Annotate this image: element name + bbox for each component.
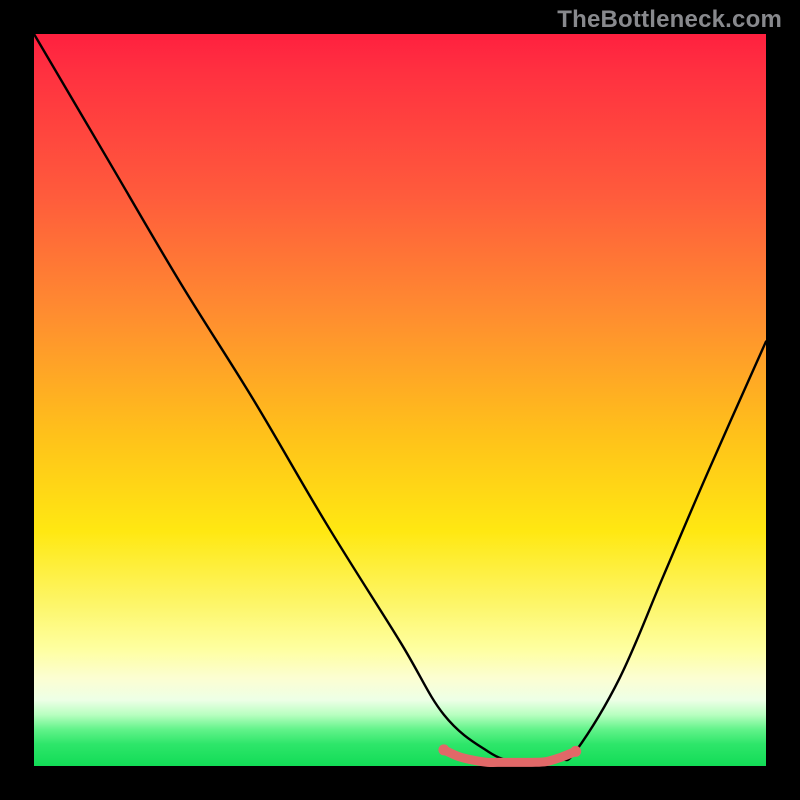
watermark-text: TheBottleneck.com — [557, 6, 782, 34]
highlight-end-dot — [570, 746, 581, 757]
chart-svg — [34, 34, 766, 766]
bottleneck-curve — [34, 34, 766, 763]
highlight-start-dot — [438, 744, 449, 755]
chart-frame: TheBottleneck.com — [0, 0, 800, 800]
highlight-band — [444, 750, 576, 763]
